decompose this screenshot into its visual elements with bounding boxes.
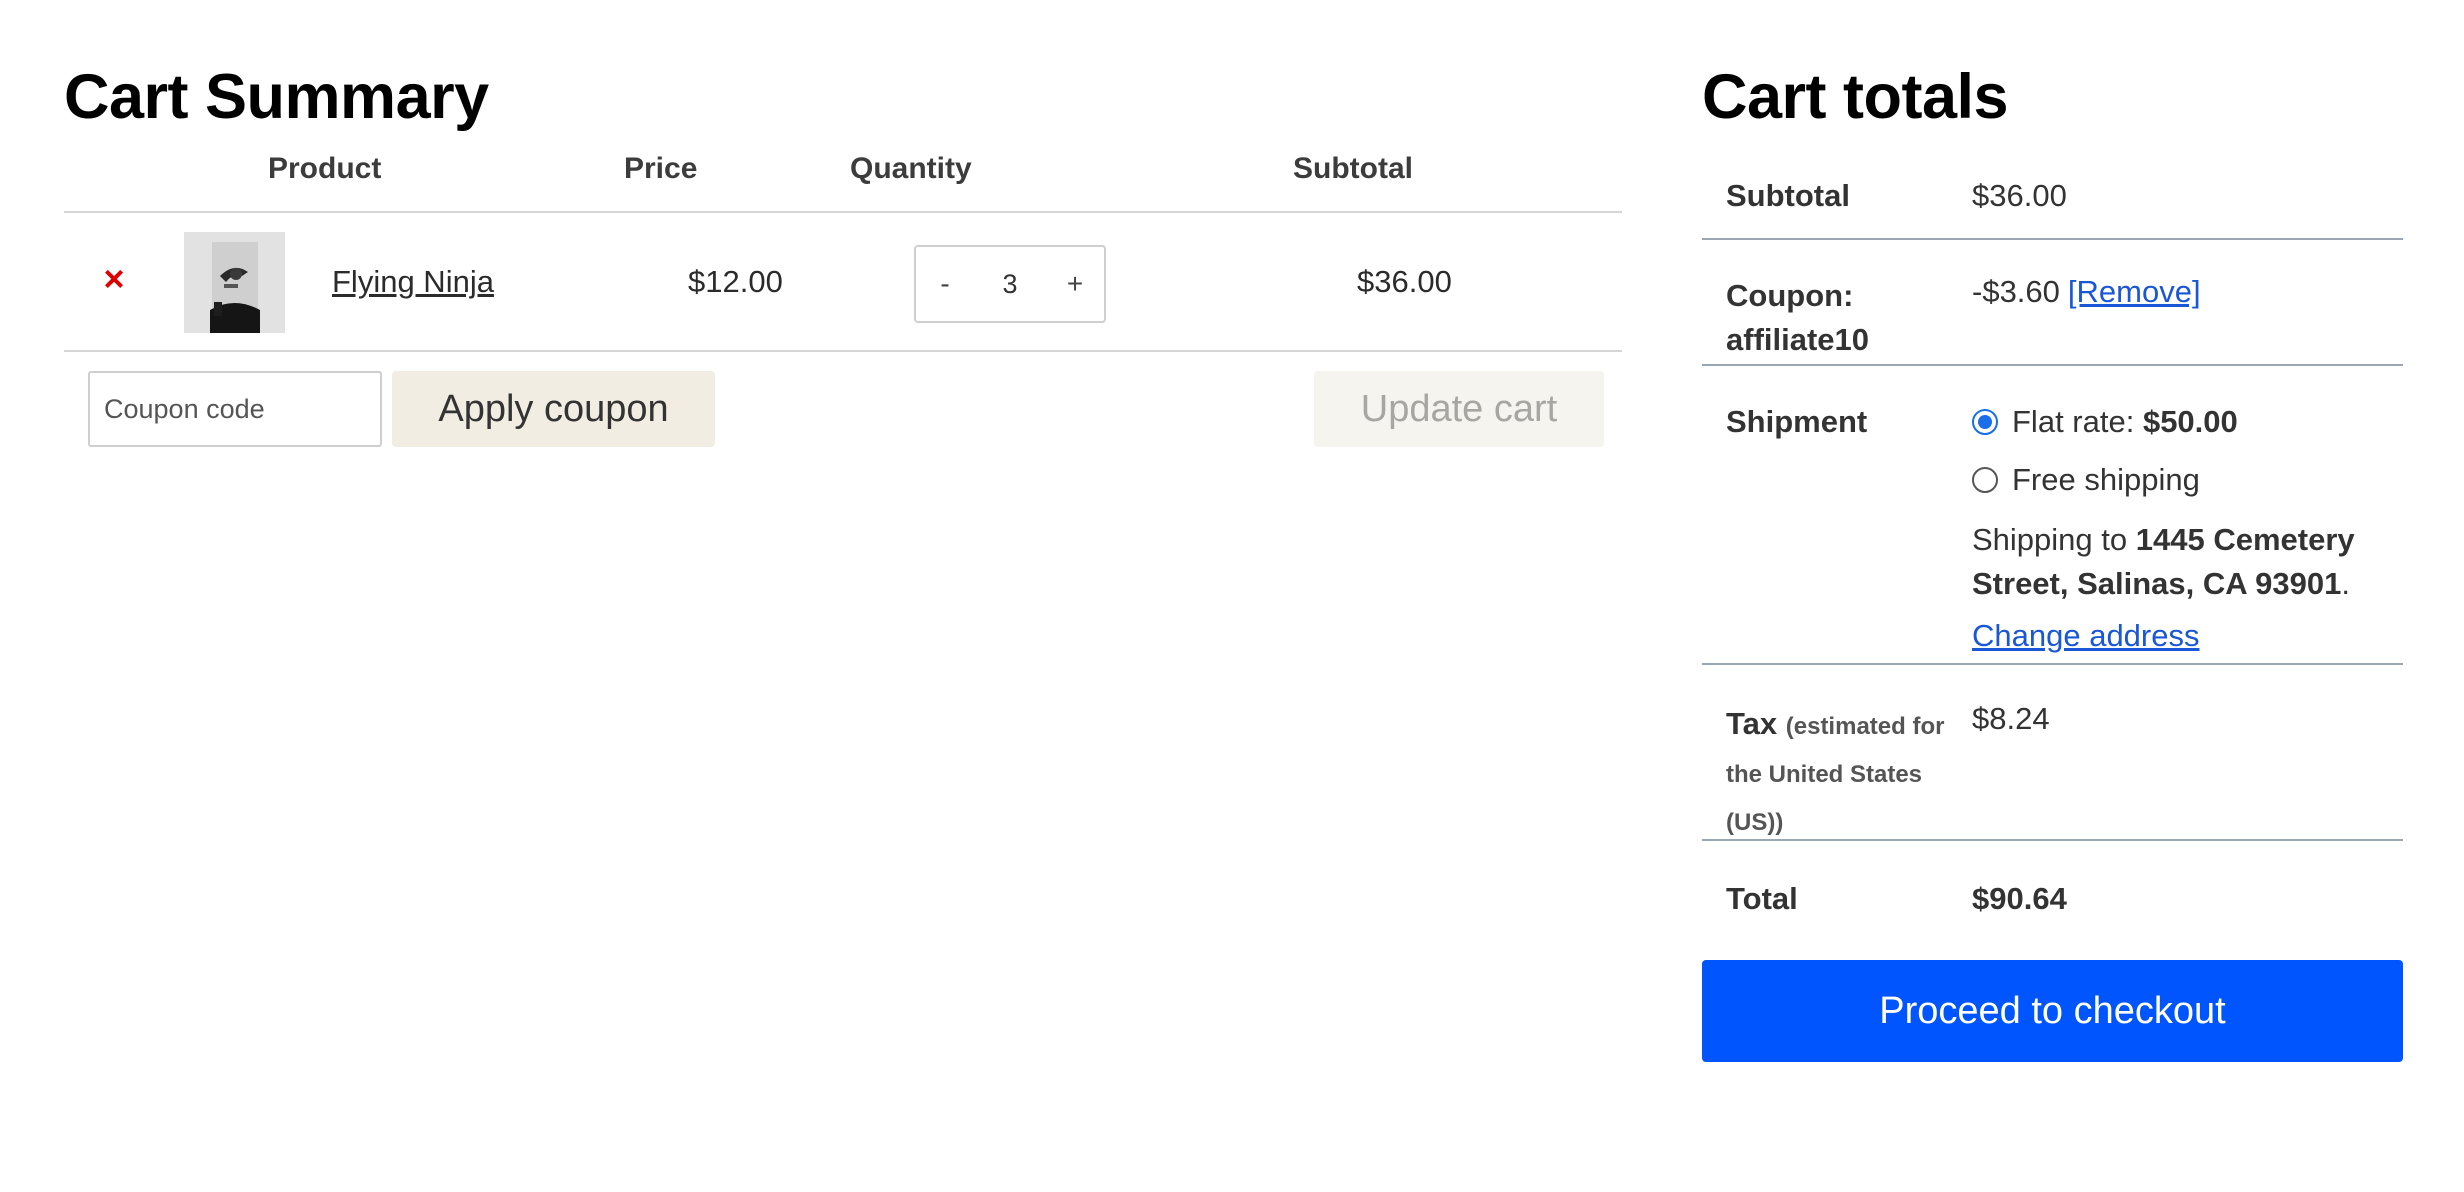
header-product: Product	[268, 152, 382, 185]
cart-page: Cart Summary Product Price Quantity Subt…	[0, 0, 2464, 1192]
flat-rate-label: Flat rate:	[2012, 404, 2135, 439]
total-value: $90.64	[1972, 881, 2067, 916]
table-row: × Flying Ninja $12.00 - 3 + $36.00	[64, 213, 1622, 352]
flat-rate-price: $50.00	[2142, 404, 2238, 439]
shipment-label: Shipment	[1726, 404, 1868, 439]
totals-subtotal-row: Subtotal $36.00	[1702, 145, 2403, 240]
totals-coupon-row: Coupon: affiliate10 -$3.60 [Remove]	[1702, 240, 2403, 366]
quantity-stepper: - 3 +	[914, 245, 1106, 323]
free-shipping-label: Free shipping	[2012, 462, 2200, 497]
coupon-discount-value: -$3.60	[1972, 274, 2060, 309]
header-price: Price	[624, 152, 698, 185]
subtotal-value: $36.00	[1972, 178, 2067, 213]
header-quantity: Quantity	[850, 152, 972, 185]
shipping-option-free[interactable]: Free shipping	[1972, 462, 2200, 498]
shipping-to-suffix: .	[2341, 566, 2350, 601]
header-subtotal: Subtotal	[1293, 152, 1413, 185]
cart-totals-title: Cart totals	[1702, 62, 2009, 132]
free-shipping-radio[interactable]	[1972, 467, 1998, 493]
product-link[interactable]: Flying Ninja	[332, 264, 494, 300]
quantity-decrease-button[interactable]: -	[920, 247, 970, 321]
cart-table: Product Price Quantity Subtotal × Flying…	[64, 148, 1622, 462]
subtotal-label: Subtotal	[1726, 178, 1850, 213]
shipping-to-prefix: Shipping to	[1972, 522, 2128, 557]
coupon-value-group: -$3.60 [Remove]	[1972, 274, 2201, 310]
flat-rate-radio[interactable]	[1972, 409, 1998, 435]
totals-shipment-row: Shipment Flat rate: $50.00 Free shipping…	[1702, 366, 2403, 665]
product-price: $12.00	[688, 264, 783, 299]
cart-table-header: Product Price Quantity Subtotal	[64, 148, 1622, 213]
remove-coupon-link[interactable]: [Remove]	[2068, 274, 2201, 309]
ninja-poster-image[interactable]	[184, 232, 285, 333]
change-address-link[interactable]: Change address	[1972, 618, 2200, 654]
product-thumbnail-graphic	[184, 232, 285, 333]
totals-total-row: Total $90.64	[1702, 841, 2403, 941]
update-cart-button[interactable]: Update cart	[1314, 371, 1604, 447]
tax-value: $8.24	[1972, 701, 2050, 736]
totals-tax-row: Tax (estimated for the United States (US…	[1702, 665, 2403, 841]
close-icon[interactable]: ×	[98, 259, 130, 299]
coupon-code-input[interactable]	[88, 371, 382, 447]
shipping-destination: Shipping to 1445 Cemetery Street, Salina…	[1972, 518, 2392, 606]
tax-label-group: Tax (estimated for the United States (US…	[1726, 701, 1956, 845]
cart-actions: Apply coupon Update cart	[64, 352, 1622, 462]
tax-label: Tax	[1726, 706, 1778, 741]
shipping-option-flat-rate[interactable]: Flat rate: $50.00	[1972, 404, 2238, 440]
total-label: Total	[1726, 881, 1798, 916]
line-subtotal: $36.00	[1357, 264, 1452, 299]
quantity-input[interactable]: 3	[968, 247, 1052, 321]
quantity-increase-button[interactable]: +	[1050, 247, 1100, 321]
apply-coupon-button[interactable]: Apply coupon	[392, 371, 715, 447]
proceed-to-checkout-button[interactable]: Proceed to checkout	[1702, 960, 2403, 1062]
cart-summary-title: Cart Summary	[64, 62, 489, 132]
coupon-label: Coupon: affiliate10	[1726, 278, 1870, 357]
cart-totals-table: Subtotal $36.00 Coupon: affiliate10 -$3.…	[1702, 145, 2403, 941]
